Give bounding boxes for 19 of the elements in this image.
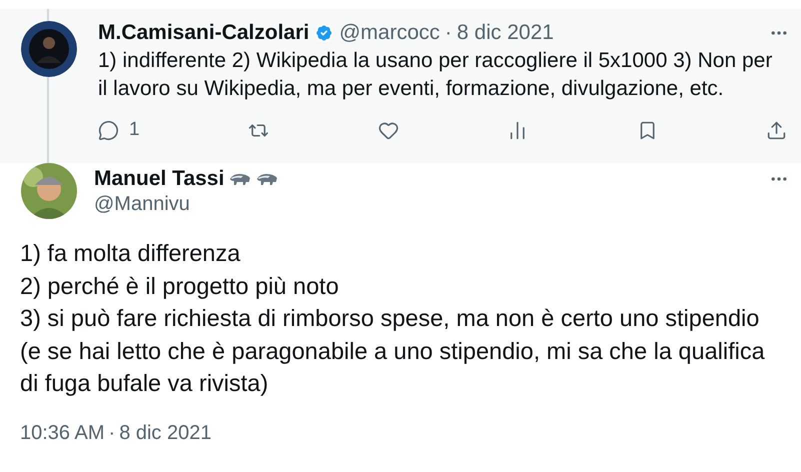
tweet-text-line: 3) si può fare richiesta di rimborso spese, ma non è certo uno stipendio [20,304,760,333]
author-handle[interactable]: @Mannivu [94,192,789,216]
author-handle[interactable]: @marcocc [339,21,440,45]
tweet-time[interactable]: 10:36 AM [20,422,105,444]
share-button[interactable] [766,119,787,141]
tweet-date[interactable]: 8 dic 2021 [119,422,212,444]
tweet-text: 1) indifferente 2) Wikipedia la usano per raccogliere il 5x1000 3) Non per il lavoro su Wikipedia, ma per eventi, formazione, divulgazione, etc. [98,48,774,102]
reply-button[interactable]: 1 [98,119,140,141]
author-name[interactable]: Manuel Tassi [94,166,224,190]
avatar[interactable] [21,21,77,77]
author-name[interactable]: M.Camisani-Calzolari [98,21,310,45]
tweet-date[interactable]: 8 dic 2021 [456,21,554,45]
separator: · [444,21,452,45]
badger-icon [229,172,252,186]
tweet-text-line: (e se hai letto che è paragonabile a uno stipendio, mi sa che la qualifica di fuga bufale va rivista) [20,336,766,398]
tweet-text-line: 2) perché è il progetto più noto [20,272,340,301]
badger-icon [256,172,278,186]
separator: · [108,422,116,444]
tweet-text-line: 1) fa molta differenza [20,239,242,268]
